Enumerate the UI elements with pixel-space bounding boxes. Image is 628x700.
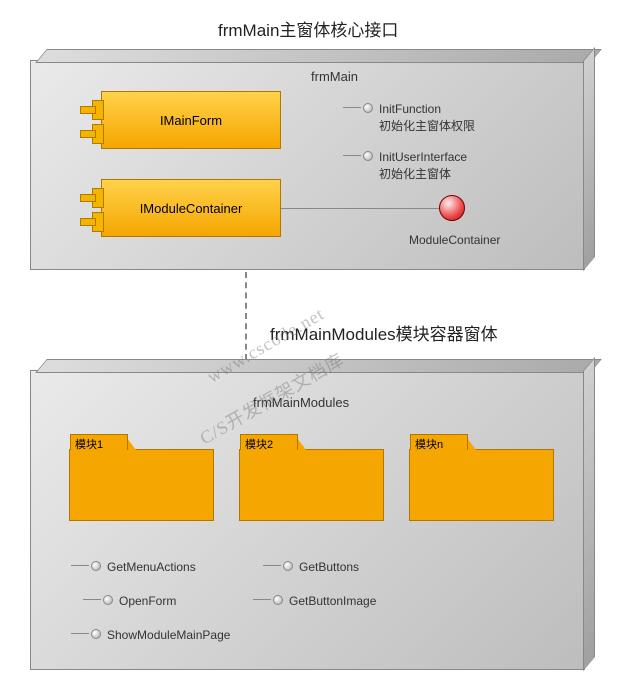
pin-label: GetMenuActions [107, 559, 196, 576]
pin-label: OpenForm [119, 593, 176, 610]
top-title: frmMain主窗体核心接口 [218, 16, 398, 41]
pin-label: GetButtonImage [289, 593, 376, 610]
folder-tab: 模块1 [70, 434, 128, 450]
folder-module1: 模块1 [69, 449, 214, 521]
component-port-icon [80, 100, 102, 118]
pin-label: ShowModuleMainPage [107, 627, 230, 644]
frmmain-subtitle: frmMain [311, 69, 358, 84]
folder-modulen: 模块n [409, 449, 554, 521]
component-label: IModuleContainer [140, 201, 243, 216]
pin-getbuttons: GetButtons [263, 559, 359, 576]
frmmainmodules-subtitle: frmMainModules [253, 395, 349, 410]
ball-label: ModuleContainer [409, 233, 500, 247]
frmmainmodules-box: frmMainModules 模块1 模块2 模块n GetMenuAction… [30, 370, 585, 670]
pin-showmodulemainpage: ShowModuleMainPage [71, 627, 230, 644]
pin-desc: 初始化主窗体 [379, 166, 467, 183]
pin-openform: OpenForm [83, 593, 176, 610]
bottom-title: frmMainModules模块容器窗体 [270, 320, 498, 345]
component-label: IMainForm [160, 113, 222, 128]
diagram-canvas: frmMain主窗体核心接口 frmMain IMainForm IModule… [0, 0, 628, 700]
folder-tab: 模块2 [240, 434, 298, 450]
component-imainform: IMainForm [101, 91, 281, 149]
modulecontainer-ball-icon [439, 195, 465, 221]
frmmain-box: frmMain IMainForm IModuleContainer InitF… [30, 60, 585, 270]
folder-module2: 模块2 [239, 449, 384, 521]
pin-initfunction: InitFunction 初始化主窗体权限 [343, 101, 475, 135]
pin-label: GetButtons [299, 559, 359, 576]
pin-getmenuactions: GetMenuActions [71, 559, 196, 576]
component-port-icon [80, 212, 102, 230]
component-port-icon [80, 124, 102, 142]
pin-desc: 初始化主窗体权限 [379, 118, 475, 135]
component-port-icon [80, 188, 102, 206]
component-imodulecontainer: IModuleContainer [101, 179, 281, 237]
pin-name: InitFunction [379, 101, 475, 118]
pin-getbuttonimage: GetButtonImage [253, 593, 376, 610]
pin-inituserinterface: InitUserInterface 初始化主窗体 [343, 149, 467, 183]
interface-line [281, 208, 441, 209]
pin-name: InitUserInterface [379, 149, 467, 166]
folder-tab: 模块n [410, 434, 468, 450]
